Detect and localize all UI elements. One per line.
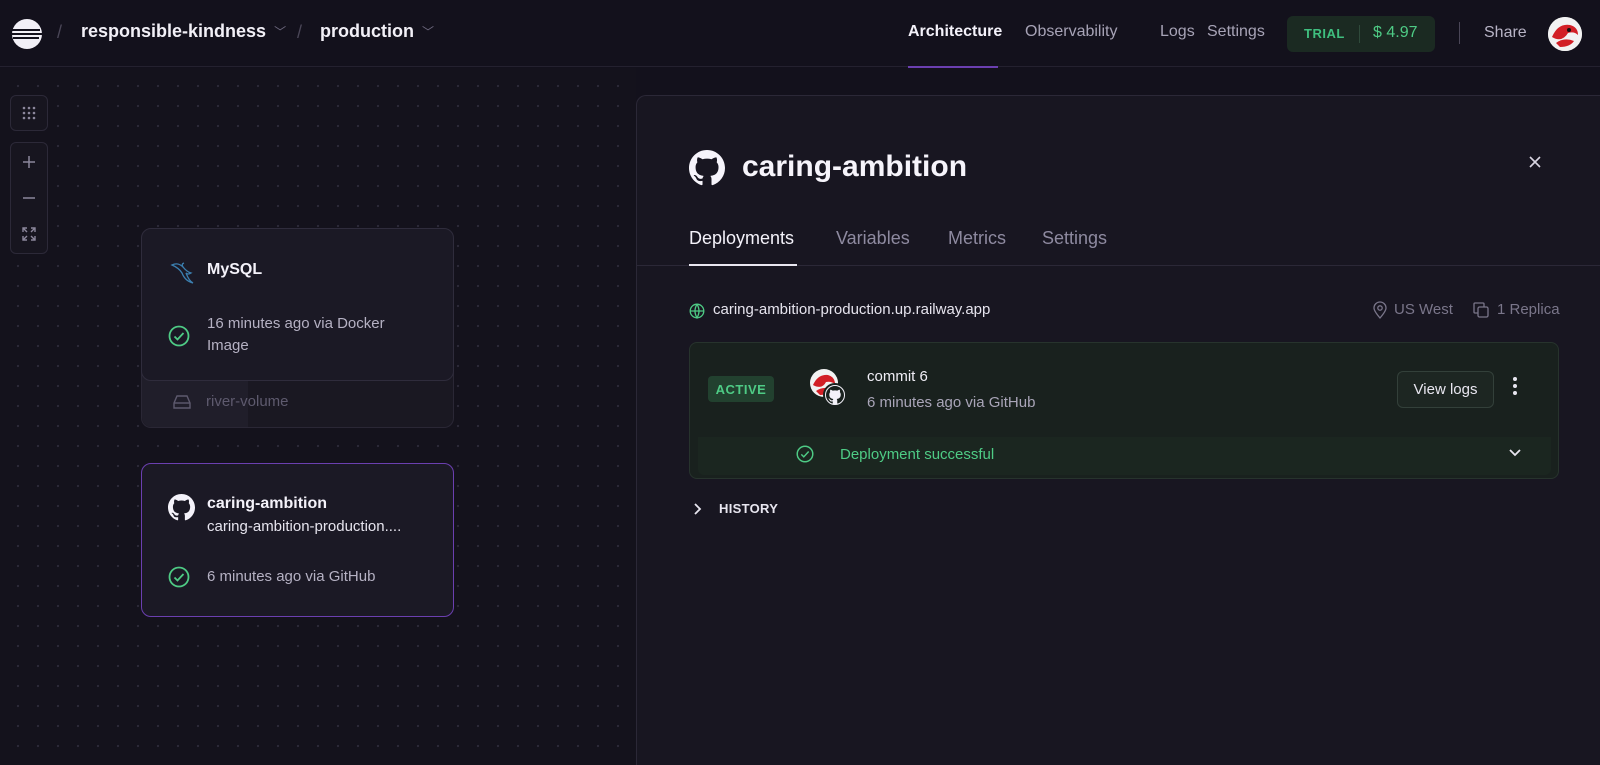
divider xyxy=(1359,25,1360,43)
globe-icon xyxy=(689,303,705,319)
environment-name: production xyxy=(320,21,414,41)
history-toggle[interactable]: HISTORY xyxy=(719,501,778,516)
service-card-caring-ambition[interactable]: caring-ambition caring-ambition-producti… xyxy=(141,463,454,617)
view-logs-button[interactable]: View logs xyxy=(1397,371,1494,408)
user-avatar[interactable] xyxy=(1548,17,1582,51)
nav-logs[interactable]: Logs xyxy=(1160,23,1195,41)
service-url-link[interactable]: caring-ambition-production.up.railway.ap… xyxy=(713,301,990,318)
status-badge: ACTIVE xyxy=(708,376,774,402)
tab-active-indicator xyxy=(689,264,797,266)
service-name: MySQL xyxy=(207,261,263,278)
deploy-status-text: 16 minutes ago via Docker Image xyxy=(207,315,385,354)
active-deployment-card[interactable]: ACTIVE commit 6 6 minutes ago via GitHub… xyxy=(689,342,1559,479)
zoom-in-button[interactable] xyxy=(11,144,47,180)
region-text: US West xyxy=(1394,301,1453,318)
mysql-dolphin-icon xyxy=(170,262,194,284)
trial-credit-badge[interactable]: TRIAL $ 4.97 xyxy=(1287,16,1435,52)
project-selector[interactable]: responsible-kindness ﹀ xyxy=(81,21,286,42)
deployment-meta: 6 minutes ago via GitHub xyxy=(867,394,1036,411)
github-icon xyxy=(823,383,847,407)
railway-logo-icon[interactable] xyxy=(10,17,44,51)
environment-selector[interactable]: production ﹀ xyxy=(320,21,434,42)
zoom-controls xyxy=(10,142,48,254)
minus-icon xyxy=(23,197,35,199)
plus-icon xyxy=(23,156,35,168)
breadcrumb-separator: / xyxy=(297,22,303,42)
chevron-down-icon: ﹀ xyxy=(274,25,287,39)
trial-label: TRIAL xyxy=(1304,26,1345,41)
check-circle-icon xyxy=(168,325,190,347)
nav-settings[interactable]: Settings xyxy=(1207,23,1265,41)
replica-count: 1 Replica xyxy=(1497,301,1560,318)
commit-message: commit 6 xyxy=(867,368,928,385)
tab-settings[interactable]: Settings xyxy=(1042,228,1107,249)
divider xyxy=(1459,22,1460,44)
close-icon[interactable] xyxy=(1527,154,1543,170)
architecture-canvas[interactable]: river-volume MySQL 16 minutes ago via Do… xyxy=(0,68,636,765)
tab-variables[interactable]: Variables xyxy=(836,228,910,249)
more-options-icon[interactable] xyxy=(1512,376,1518,396)
zoom-out-button[interactable] xyxy=(11,180,47,216)
deployment-status-text: Deployment successful xyxy=(840,446,995,463)
breadcrumb-separator: / xyxy=(57,22,63,42)
panel-title: caring-ambition xyxy=(742,150,968,183)
top-bar: / responsible-kindness ﹀ / production ﹀ … xyxy=(0,0,1600,68)
grid-icon xyxy=(22,106,36,120)
project-name: responsible-kindness xyxy=(81,21,267,41)
service-card-mysql[interactable]: MySQL 16 minutes ago via Docker Image xyxy=(141,228,454,381)
nav-active-indicator xyxy=(908,66,998,68)
service-name: caring-ambition xyxy=(207,495,328,512)
nav-observability[interactable]: Observability xyxy=(1025,23,1117,41)
github-icon xyxy=(168,494,195,521)
hard-drive-icon xyxy=(173,395,191,409)
expand-icon xyxy=(22,227,36,241)
fit-view-button[interactable] xyxy=(11,216,47,252)
check-circle-icon xyxy=(796,445,814,463)
github-icon xyxy=(689,150,725,186)
chevron-right-icon[interactable] xyxy=(693,502,703,516)
tab-deployments[interactable]: Deployments xyxy=(689,228,794,249)
trial-amount: $ 4.97 xyxy=(1373,24,1418,41)
grid-toggle-button[interactable] xyxy=(10,95,48,131)
map-pin-icon xyxy=(1373,301,1387,319)
copy-icon xyxy=(1473,302,1489,318)
check-circle-icon xyxy=(168,566,190,588)
share-button[interactable]: Share xyxy=(1484,24,1527,42)
chevron-down-icon[interactable] xyxy=(1508,448,1522,458)
chevron-down-icon: ﹀ xyxy=(421,25,434,39)
nav-architecture[interactable]: Architecture xyxy=(908,23,1002,41)
deployment-status-row[interactable] xyxy=(698,437,1551,475)
volume-name: river-volume xyxy=(206,393,289,410)
tab-metrics[interactable]: Metrics xyxy=(948,228,1006,249)
deploy-status-text: 6 minutes ago via GitHub xyxy=(207,568,376,585)
service-url: caring-ambition-production.... xyxy=(207,518,402,535)
service-detail-panel: caring-ambition Deployments Variables Me… xyxy=(636,95,1600,765)
